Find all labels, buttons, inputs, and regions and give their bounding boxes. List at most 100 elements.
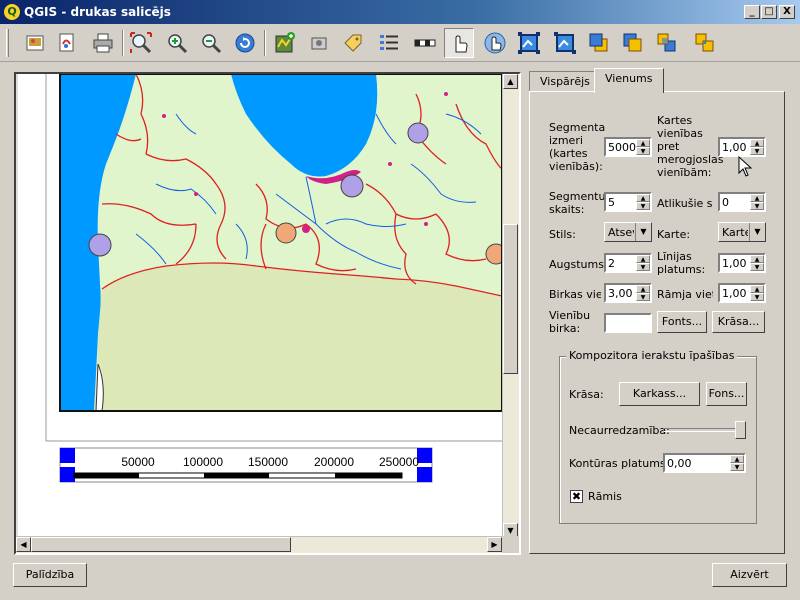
- color-button[interactable]: Krāsa...: [712, 311, 765, 333]
- height-spinbox[interactable]: 2 ▲ ▼: [604, 253, 652, 273]
- toolbar-grip[interactable]: [6, 29, 9, 57]
- move-content-icon[interactable]: [480, 28, 510, 58]
- tab-item[interactable]: Vienums: [594, 68, 664, 93]
- ungroup-icon[interactable]: [550, 28, 580, 58]
- style-label: Stils:: [549, 228, 576, 241]
- composer-canvas[interactable]: 50000 100000 150000 200000 250000 ▲ ▼ ◀ …: [14, 72, 521, 555]
- spin-down-icon[interactable]: ▼: [636, 263, 650, 271]
- add-scalebar-icon[interactable]: [410, 28, 440, 58]
- spin-down-icon[interactable]: ▼: [730, 463, 744, 471]
- spin-up-icon[interactable]: ▲: [750, 285, 764, 293]
- add-label-icon[interactable]: [338, 28, 368, 58]
- add-image-icon[interactable]: [304, 28, 334, 58]
- lower-icon[interactable]: [618, 28, 648, 58]
- add-legend-icon[interactable]: [374, 28, 404, 58]
- spin-up-icon[interactable]: ▲: [730, 455, 744, 463]
- print-icon[interactable]: [88, 28, 118, 58]
- scroll-up-button[interactable]: ▲: [503, 74, 518, 89]
- help-button[interactable]: Palīdzība: [13, 563, 87, 587]
- spin-up-icon[interactable]: ▲: [636, 139, 650, 147]
- map-render: [59, 74, 502, 412]
- segments-spinbox[interactable]: 5 ▲ ▼: [604, 192, 652, 212]
- composer-page: 50000 100000 150000 200000 250000: [16, 74, 502, 538]
- horizontal-scroll-thumb[interactable]: [31, 537, 291, 552]
- spin-up-icon[interactable]: ▲: [636, 255, 650, 263]
- unit-label-input[interactable]: [604, 313, 652, 333]
- line-width-spinbox[interactable]: 1,00 ▲ ▼: [718, 253, 766, 273]
- selection-handle[interactable]: [60, 467, 75, 482]
- select-move-icon[interactable]: [444, 28, 474, 58]
- opacity-slider-handle[interactable]: [735, 421, 746, 439]
- scalebar-item[interactable]: 50000 100000 150000 200000 250000: [59, 447, 433, 483]
- frame-color-button[interactable]: Karkass...: [619, 382, 700, 406]
- spin-down-icon[interactable]: ▼: [750, 293, 764, 301]
- spin-up-icon[interactable]: ▲: [750, 194, 764, 202]
- scroll-left-button[interactable]: ◀: [16, 537, 31, 552]
- spin-up-icon[interactable]: ▲: [636, 285, 650, 293]
- add-map-icon[interactable]: [270, 28, 300, 58]
- spin-down-icon[interactable]: ▼: [636, 202, 650, 210]
- close-button[interactable]: X: [779, 5, 795, 19]
- tab-general[interactable]: Vispārējs: [529, 71, 601, 92]
- horizontal-scrollbar[interactable]: ◀ ▶: [16, 536, 502, 553]
- line-width-label: Līnijas platums:: [657, 250, 706, 276]
- spin-down-icon[interactable]: ▼: [750, 263, 764, 271]
- left-segments-label: Atlikušie segmenti:: [657, 197, 713, 210]
- frame-checkbox-label: Rāmis: [588, 490, 622, 503]
- left-segments-spinbox[interactable]: 0 ▲ ▼: [718, 192, 766, 212]
- selection-handle[interactable]: [60, 448, 75, 463]
- spin-up-icon[interactable]: ▲: [636, 194, 650, 202]
- export-image-icon[interactable]: [20, 28, 50, 58]
- minimize-button[interactable]: _: [744, 5, 760, 19]
- frame-color-label: Krāsa:: [569, 388, 604, 401]
- toolbar-separator: [122, 30, 124, 56]
- scroll-right-button[interactable]: ▶: [487, 537, 502, 552]
- selection-handle[interactable]: [417, 467, 432, 482]
- move-top-icon[interactable]: [652, 28, 682, 58]
- raise-icon[interactable]: [584, 28, 614, 58]
- vertical-scroll-thumb[interactable]: [503, 224, 518, 374]
- style-combobox[interactable]: Atsevišķa josla ▼: [604, 222, 652, 242]
- close-dialog-button[interactable]: Aizvērt: [712, 563, 787, 587]
- scalebar-tick-label: 250000: [379, 455, 419, 469]
- segment-size-spinbox[interactable]: 50000 ▲▼: [604, 137, 652, 157]
- spin-up-icon[interactable]: ▲: [750, 255, 764, 263]
- toolbar-separator: [264, 30, 266, 56]
- spin-up-icon[interactable]: ▲: [750, 139, 764, 147]
- window-title: QGIS - drukas salicējs: [24, 5, 171, 19]
- export-svg-icon[interactable]: [52, 28, 82, 58]
- group-icon[interactable]: [514, 28, 544, 58]
- outline-width-spinbox[interactable]: 0,00 ▲ ▼: [663, 453, 746, 473]
- background-color-button[interactable]: Fons...: [706, 382, 747, 406]
- scalebar-tick-label: 100000: [183, 455, 223, 469]
- unit-label-label: Vienību birka:: [549, 309, 591, 335]
- zoom-in-icon[interactable]: [162, 28, 192, 58]
- vertical-scrollbar[interactable]: ▲ ▼: [502, 74, 519, 538]
- refresh-icon[interactable]: [230, 28, 260, 58]
- box-space-label: Rāmja vieta: [657, 288, 713, 301]
- height-label: Augstums: [549, 258, 604, 271]
- qgis-app-icon: Q: [4, 4, 20, 20]
- move-bottom-icon[interactable]: [690, 28, 720, 58]
- map-units-spinbox[interactable]: 1,00 ▲ ▼: [718, 137, 766, 157]
- composer-toolbar: [0, 24, 800, 62]
- box-space-spinbox[interactable]: 1,00 ▲ ▼: [718, 283, 766, 303]
- map-item[interactable]: 50000 100000 150000 200000 250000: [16, 74, 502, 538]
- frame-checkbox[interactable]: ✖: [570, 490, 583, 503]
- opacity-slider[interactable]: [663, 428, 743, 432]
- spin-down-icon[interactable]: ▼: [750, 202, 764, 210]
- selection-handle[interactable]: [417, 448, 432, 463]
- spin-down-icon[interactable]: ▼: [636, 293, 650, 301]
- mouse-cursor-icon: [738, 156, 753, 177]
- scalebar-tick-label: 150000: [248, 455, 288, 469]
- maximize-button[interactable]: □: [761, 5, 777, 19]
- zoom-out-icon[interactable]: [196, 28, 226, 58]
- map-combobox[interactable]: Karte 0 ▼: [718, 222, 766, 242]
- fonts-button[interactable]: Fonts...: [657, 311, 707, 333]
- spin-down-icon[interactable]: ▼: [750, 147, 764, 155]
- label-space-spinbox[interactable]: 3,00 ▲ ▼: [604, 283, 652, 303]
- opacity-label: Necaurredzamība:: [569, 424, 670, 437]
- zoom-full-icon[interactable]: [126, 28, 156, 58]
- chevron-down-icon: ▼: [749, 223, 765, 241]
- spin-down-icon[interactable]: ▼: [636, 147, 650, 155]
